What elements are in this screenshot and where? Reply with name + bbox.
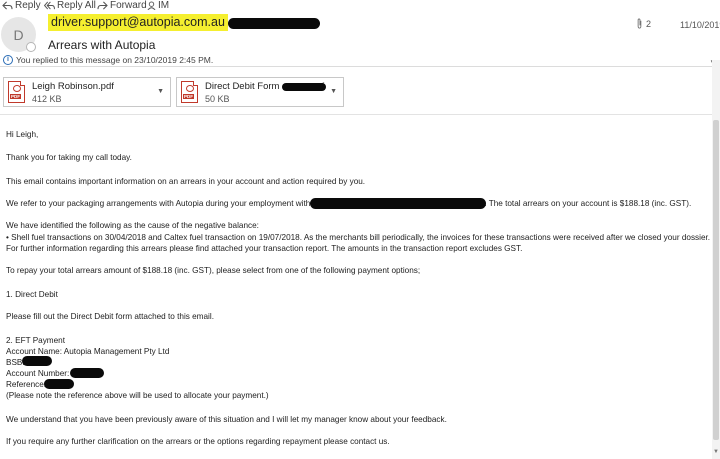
pdf-file-icon: PDF	[181, 81, 198, 103]
payment-option-heading: 2. EFT Payment	[6, 336, 66, 345]
body-paragraph: To repay your total arrears amount of $1…	[6, 266, 421, 275]
body-paragraph: Please fill out the Direct Debit form at…	[6, 312, 214, 321]
replied-infobar: i You replied to this message on 23/10/2…	[0, 53, 720, 67]
body-paragraph: Thank you for taking my call today.	[6, 153, 132, 162]
redacted-employer	[310, 198, 486, 209]
reply-all-button[interactable]: Reply All	[44, 0, 96, 11]
im-button[interactable]: IM	[147, 0, 169, 11]
attachment-size: 412 KB	[32, 94, 62, 104]
body-paragraph: We understand that you have been previou…	[6, 415, 447, 424]
avatar-initial: D	[13, 26, 24, 43]
reference-label: Reference:	[6, 380, 47, 389]
attachment-dropdown-icon[interactable]: ▼	[157, 88, 164, 95]
reply-all-icon	[44, 1, 55, 9]
attachment-dropdown-icon[interactable]: ▼	[330, 88, 337, 95]
pdf-file-icon: PDF	[8, 81, 25, 103]
forward-icon	[97, 1, 108, 9]
account-name: Account Name: Autopia Management Pty Ltd	[6, 347, 170, 356]
redacted-bsb	[22, 356, 52, 366]
attachment-size: 50 KB	[205, 94, 230, 104]
info-icon: i	[3, 54, 13, 65]
redacted-filename	[282, 83, 326, 91]
redacted-account-number	[70, 368, 104, 378]
im-icon	[147, 0, 156, 10]
body-paragraph: For further information regarding this a…	[6, 244, 523, 253]
redacted-reference	[44, 379, 74, 389]
attachment-direct-debit-form[interactable]: PDF Direct Debit Formf 50 KB ▼	[176, 77, 344, 107]
attachment-count: 2	[636, 18, 651, 29]
reply-label: Reply	[15, 0, 41, 11]
body-paragraph: This email contains important informatio…	[6, 177, 366, 186]
forward-button[interactable]: Forward	[97, 0, 147, 11]
attachment-leigh-robinson[interactable]: PDF Leigh Robinson.pdf 412 KB ▼	[3, 77, 171, 107]
reference-note: (Please note the reference above will be…	[6, 391, 269, 400]
paperclip-icon	[637, 18, 642, 29]
presence-status-icon	[26, 42, 36, 52]
sender-address[interactable]: driver.support@autopia.com.au	[48, 14, 228, 31]
reply-button[interactable]: Reply	[2, 0, 41, 11]
redacted-recipient	[228, 18, 320, 29]
reply-all-label: Reply All	[57, 0, 96, 11]
payment-option-heading: 1. Direct Debit	[6, 290, 58, 299]
message-date: 11/10/2019	[680, 20, 720, 30]
greeting: Hi Leigh,	[6, 130, 39, 139]
replied-notice: You replied to this message on 23/10/201…	[16, 54, 214, 65]
scrollbar-thumb[interactable]	[713, 120, 719, 440]
reply-icon	[2, 1, 13, 9]
header-divider	[0, 114, 712, 115]
attachment-count-value: 2	[646, 18, 652, 29]
attachment-name: Leigh Robinson.pdf	[32, 81, 114, 92]
scroll-down-arrow-icon[interactable]: ▼	[713, 449, 719, 455]
message-toolbar: Reply Reply All Forward IM	[0, 0, 200, 12]
body-paragraph: If you require any further clarification…	[6, 437, 390, 446]
body-paragraph: We have identified the following as the …	[6, 221, 259, 230]
forward-label: Forward	[110, 0, 147, 11]
im-label: IM	[158, 0, 170, 11]
account-number-label: Account Number:	[6, 369, 70, 378]
message-subject: Arrears with Autopia	[48, 38, 156, 52]
body-bullet: • Shell fuel transactions on 30/04/2018 …	[6, 233, 711, 242]
